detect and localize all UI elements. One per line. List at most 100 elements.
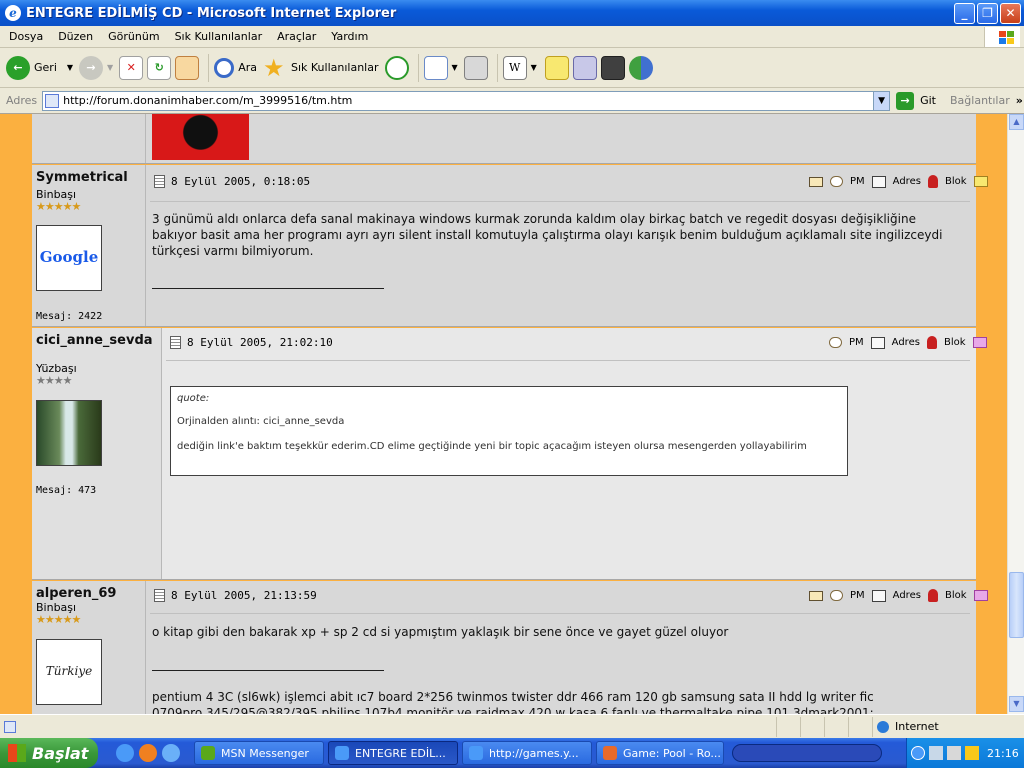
menu-dosya[interactable]: Dosya (0, 30, 49, 43)
pm-icon[interactable] (829, 337, 842, 348)
title-bar[interactable]: e ENTEGRE EDİLMİŞ CD - Microsoft Interne… (0, 0, 1024, 26)
previous-post-left-column (32, 114, 146, 163)
menu-araclar[interactable]: Araçlar (268, 30, 322, 43)
address-book-icon[interactable] (871, 175, 886, 188)
print-icon[interactable] (463, 55, 488, 80)
pm-link[interactable]: PM (850, 176, 865, 187)
blok-link[interactable]: Blok (945, 176, 967, 187)
menu-yardim[interactable]: Yardım (322, 30, 374, 43)
block-hand-icon[interactable] (927, 589, 938, 602)
task-label: ENTEGRE EDİL... (355, 746, 446, 760)
username[interactable]: alperen_69 (36, 586, 116, 601)
tray-expand-icon[interactable] (911, 746, 925, 760)
address-book-icon[interactable] (871, 589, 886, 602)
stop-icon[interactable]: ✕ (119, 55, 144, 80)
home-icon[interactable] (175, 55, 200, 80)
pm-icon[interactable] (830, 590, 843, 601)
mail-icon[interactable] (423, 55, 448, 80)
task-label: http://games.y... (489, 746, 579, 760)
msn-quicklaunch-icon[interactable] (162, 744, 180, 762)
network-icon[interactable] (929, 746, 943, 760)
security-icon[interactable] (965, 746, 979, 760)
mail-dropdown-icon[interactable]: ▼ (452, 63, 458, 72)
volume-icon[interactable] (947, 746, 961, 760)
block-hand-icon[interactable] (927, 175, 938, 188)
research-icon[interactable] (572, 55, 597, 80)
menu-bar: Dosya Düzen Görünüm Sık Kullanılanlar Ar… (0, 26, 1024, 48)
archive-icon[interactable] (600, 55, 625, 80)
signature-line (152, 670, 384, 671)
rank-stars: ★★★★★ (36, 613, 81, 626)
links-label[interactable]: Bağlantılar (950, 94, 1010, 107)
email-icon[interactable] (809, 176, 823, 187)
scroll-down-icon[interactable]: ▼ (1009, 696, 1024, 712)
previous-post-tail (32, 114, 976, 164)
history-icon[interactable] (384, 55, 409, 80)
minimize-button[interactable]: _ (954, 2, 975, 24)
vertical-scrollbar[interactable]: ▲ ▼ (1007, 114, 1024, 714)
java-icon (603, 746, 617, 760)
avatar: Google (36, 225, 102, 291)
maximize-button[interactable]: ❐ (977, 2, 998, 24)
scroll-up-icon[interactable]: ▲ (1009, 114, 1024, 130)
note-icon[interactable] (544, 55, 569, 80)
pm-icon[interactable] (830, 176, 843, 187)
close-button[interactable]: ✕ (1000, 2, 1021, 24)
back-dropdown-icon[interactable]: ▼ (67, 63, 73, 72)
menu-gorunum[interactable]: Görünüm (99, 30, 165, 43)
forward-arrow-icon: → (79, 55, 104, 80)
post-actions: PM Adres Blok (806, 589, 992, 602)
status-cell (848, 716, 870, 737)
pm-link[interactable]: PM (850, 590, 865, 601)
favorites-button[interactable]: ★ Sık Kullanılanlar (263, 56, 379, 80)
folder-icon[interactable] (973, 590, 988, 601)
links-chevron-icon[interactable]: » (1016, 94, 1023, 107)
search-button[interactable]: Ara (214, 57, 257, 78)
messenger-icon[interactable] (628, 55, 653, 80)
edit-word-icon[interactable]: W (502, 55, 527, 80)
message-count: Mesaj: 473 (36, 485, 97, 496)
edit-dropdown-icon[interactable]: ▼ (531, 63, 537, 72)
previous-post-image (152, 114, 249, 160)
menu-sik-kullanilanlar[interactable]: Sık Kullanılanlar (166, 30, 269, 43)
address-bar: Adres http://forum.donanimhaber.com/m_39… (0, 88, 1024, 114)
firefox-quicklaunch-icon[interactable] (139, 744, 157, 762)
media-player-controls[interactable] (732, 744, 882, 762)
scroll-thumb[interactable] (1009, 572, 1024, 638)
go-button[interactable]: → Git (896, 91, 936, 110)
blok-link[interactable]: Blok (944, 337, 966, 348)
search-icon (214, 57, 235, 78)
start-button[interactable]: Başlat (0, 738, 98, 768)
task-games[interactable]: http://games.y... (462, 741, 592, 765)
status-bar: Internet (0, 714, 1024, 738)
forward-dropdown-icon[interactable]: ▼ (107, 63, 113, 72)
post-page-icon (154, 589, 165, 602)
back-button[interactable]: ← Geri ▼ (6, 55, 73, 80)
refresh-icon[interactable]: ↻ (147, 55, 172, 80)
block-hand-icon[interactable] (926, 336, 937, 349)
address-dropdown-icon[interactable]: ▼ (873, 91, 890, 110)
menu-duzen[interactable]: Düzen (49, 30, 99, 43)
email-icon[interactable] (809, 590, 823, 601)
ie-quicklaunch-icon[interactable] (116, 744, 134, 762)
folder-icon[interactable] (973, 176, 988, 187)
blok-link[interactable]: Blok (945, 590, 967, 601)
header-divider (150, 201, 970, 202)
clock: 21:16 (987, 746, 1019, 760)
adres-link[interactable]: Adres (893, 176, 921, 187)
adres-link[interactable]: Adres (893, 590, 921, 601)
task-msn-messenger[interactable]: MSN Messenger (194, 741, 324, 765)
taskbar: Başlat MSN Messenger ENTEGRE EDİL... htt… (0, 738, 1024, 768)
start-label: Başlat (32, 743, 89, 763)
address-input[interactable]: http://forum.donanimhaber.com/m_3999516/… (42, 90, 891, 111)
address-book-icon[interactable] (870, 336, 885, 349)
username[interactable]: Symmetrical (36, 170, 128, 185)
task-entegre[interactable]: ENTEGRE EDİL... (328, 741, 458, 765)
adres-link[interactable]: Adres (892, 337, 920, 348)
username[interactable]: cici_anne_sevda (36, 333, 153, 348)
message-count: Mesaj: 2422 (36, 311, 103, 322)
forward-button[interactable]: → ▼ (79, 55, 113, 80)
pm-link[interactable]: PM (849, 337, 864, 348)
folder-icon[interactable] (972, 337, 987, 348)
task-pool-game[interactable]: Game: Pool - Ro... (596, 741, 724, 765)
